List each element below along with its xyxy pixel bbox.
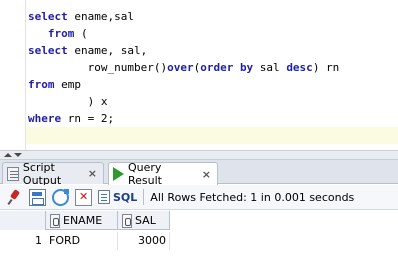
tab-script-output[interactable]: Script Output × <box>2 160 104 187</box>
code-line-4: row_number()over(order by sal desc) rn <box>28 59 398 76</box>
column-type-icon <box>50 213 60 228</box>
panel-splitter[interactable] <box>0 150 398 160</box>
sql-keyword: from <box>28 78 55 91</box>
sql-text: rn = 2; <box>61 112 115 125</box>
sql-button[interactable]: SQL <box>98 190 137 204</box>
tab-label: Query Result <box>128 161 162 187</box>
close-icon[interactable]: × <box>202 168 211 181</box>
results-grid[interactable]: ENAME SAL 1 FORD 3000 <box>0 211 398 267</box>
sql-label: SQL <box>113 190 138 204</box>
sql-text: row_number() <box>28 61 168 74</box>
grid-header: ENAME SAL <box>0 211 170 230</box>
sql-document-icon <box>98 190 110 204</box>
tab-label: Script Output <box>22 160 62 187</box>
sql-keyword: desc <box>286 61 313 74</box>
sql-keyword: over <box>167 61 194 74</box>
pin-icon[interactable] <box>6 189 23 206</box>
close-icon[interactable]: × <box>88 167 97 180</box>
table-row[interactable]: 1 FORD 3000 <box>0 232 170 250</box>
sql-keyword: select <box>28 10 68 23</box>
code-line-2: from ( <box>28 25 398 42</box>
collapse-down-icon[interactable] <box>14 153 22 157</box>
editor-gutter <box>0 0 26 150</box>
output-tab-bar: Script Output × Query Result × <box>0 160 398 187</box>
sql-text: ) x <box>28 95 108 108</box>
row-number: 1 <box>35 234 42 247</box>
sql-text: ename,sal <box>67 10 134 23</box>
column-label: ENAME <box>63 214 103 227</box>
code-line-6: ) x <box>28 93 398 110</box>
sql-keyword: select <box>28 44 68 57</box>
run-query-icon <box>113 167 124 181</box>
sql-text: ename, sal, <box>67 44 148 57</box>
sql-text: ( <box>74 27 88 40</box>
fetch-status: All Rows Fetched: 1 in 0.001 seconds <box>150 190 355 204</box>
code-line-7: where rn = 2; <box>28 110 398 127</box>
current-line[interactable] <box>26 127 398 144</box>
sql-keyword: where <box>28 112 62 125</box>
sql-keyword: from <box>47 27 75 40</box>
cell-ename[interactable]: FORD <box>46 232 118 250</box>
sql-text: ) rn <box>312 61 340 74</box>
tab-query-result[interactable]: Query Result × <box>108 161 218 187</box>
refresh-icon[interactable] <box>52 188 69 206</box>
code-line-3: select ename, sal, <box>28 42 398 59</box>
code-line-1: select ename,sal <box>28 8 398 25</box>
code-line-5: from emp <box>28 76 398 93</box>
sql-editor[interactable]: select ename,sal from ( select ename, sa… <box>0 0 398 150</box>
sql-text: sal <box>253 61 287 74</box>
column-header-ename[interactable]: ENAME <box>46 211 118 230</box>
column-type-icon <box>122 213 132 228</box>
sql-keyword: order by <box>200 61 254 74</box>
sql-text: emp <box>54 78 81 91</box>
result-toolbar: SQL All Rows Fetched: 1 in 0.001 seconds <box>0 185 398 210</box>
cell-sal[interactable]: 3000 <box>118 232 170 250</box>
sql-code[interactable]: select ename,sal from ( select ename, sa… <box>26 8 398 144</box>
cancel-icon[interactable] <box>75 188 92 206</box>
script-output-icon <box>7 166 19 181</box>
toolbar-separator <box>143 189 145 205</box>
grid-corner[interactable] <box>0 211 46 230</box>
column-label: SAL <box>135 214 156 227</box>
export-icon[interactable] <box>29 188 46 206</box>
sql-indent <box>28 27 48 40</box>
column-header-sal[interactable]: SAL <box>118 211 170 230</box>
collapse-up-icon[interactable] <box>4 153 12 157</box>
